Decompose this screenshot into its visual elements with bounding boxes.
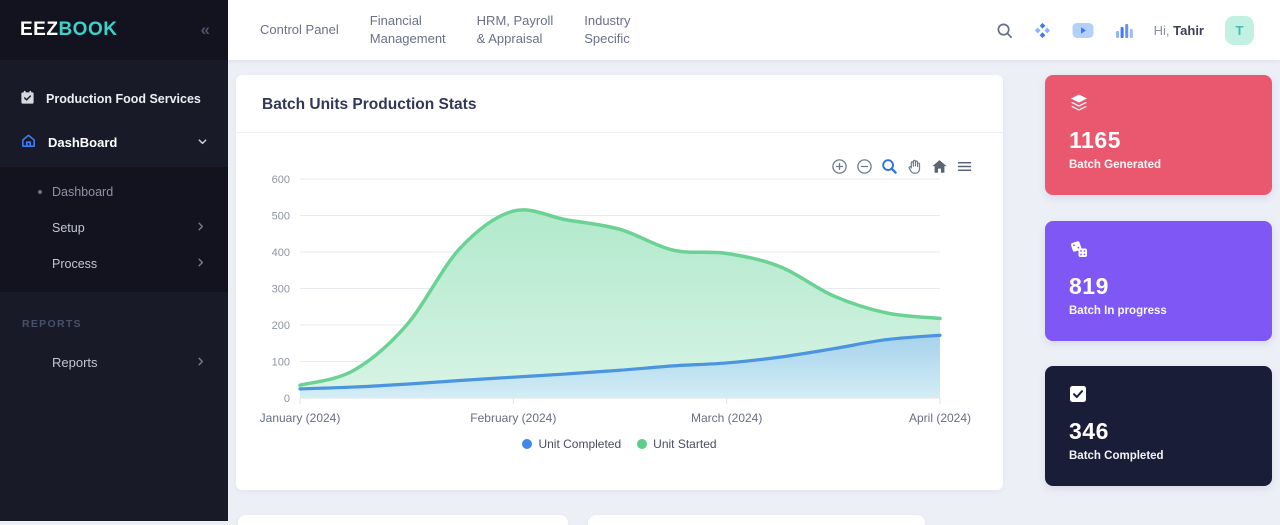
sidebar-item-label: DashBoard <box>48 135 117 150</box>
legend-item-unit-completed[interactable]: Unit Completed <box>522 437 621 451</box>
chevron-down-icon <box>197 135 208 150</box>
legend-item-unit-started[interactable]: Unit Started <box>637 437 716 451</box>
nav-item-label: & Appraisal <box>477 30 554 48</box>
stat-value: 1165 <box>1069 127 1248 154</box>
bottom-card-partial <box>238 515 568 525</box>
user-greeting: Hi, Tahir <box>1154 23 1204 38</box>
stat-card-batch-in-progress: 819 Batch In progress <box>1045 221 1272 341</box>
nav-item-hrm-payroll-appraisal[interactable]: HRM, Payroll & Appraisal <box>477 12 554 47</box>
nav-item-label: Industry <box>584 12 630 30</box>
apps-diamond-icon[interactable] <box>1034 22 1051 39</box>
nav-item-label: Specific <box>584 30 630 48</box>
home-icon <box>20 132 37 152</box>
bar-chart-icon[interactable] <box>1115 22 1133 39</box>
logo-part-2: BOOK <box>58 19 117 40</box>
submenu-item-label: Process <box>52 257 97 271</box>
svg-text:March (2024): March (2024) <box>691 411 762 425</box>
svg-text:January (2024): January (2024) <box>260 411 341 425</box>
logo-part-1: EEZ <box>20 19 58 40</box>
submenu-item-label: Dashboard <box>52 185 113 199</box>
stat-card-batch-completed: 346 Batch Completed <box>1045 366 1272 486</box>
chevron-right-icon <box>195 257 206 271</box>
svg-text:100: 100 <box>272 357 290 369</box>
sidebar-item-reports[interactable]: Reports <box>0 344 228 380</box>
layers-icon <box>1069 93 1248 113</box>
nav-item-industry-specific[interactable]: Industry Specific <box>584 12 630 47</box>
sidebar: EEZBOOK « Production Food Services DashB… <box>0 0 228 521</box>
svg-text:400: 400 <box>272 247 290 259</box>
card-divider <box>236 132 1003 133</box>
svg-text:0: 0 <box>284 393 290 405</box>
stat-card-batch-generated: 1165 Batch Generated <box>1045 75 1272 195</box>
legend-dot-blue <box>522 439 532 449</box>
dice-icon <box>1069 239 1248 259</box>
stat-label: Batch In progress <box>1069 305 1248 317</box>
dashboard-submenu: Dashboard Setup Process <box>0 167 228 292</box>
submenu-item-dashboard[interactable]: Dashboard <box>0 174 228 210</box>
svg-text:April (2024): April (2024) <box>909 411 971 425</box>
calendar-check-icon <box>20 90 35 108</box>
svg-text:500: 500 <box>272 211 290 223</box>
submenu-item-label: Setup <box>52 221 85 235</box>
topbar: Control Panel Financial Management HRM, … <box>228 0 1280 60</box>
area-chart[interactable]: 0 100 200 300 400 500 600 January (2024) Februar… <box>260 163 1000 463</box>
chart-title: Batch Units Production Stats <box>262 96 476 114</box>
sidebar-item-dashboard[interactable]: DashBoard <box>0 122 228 162</box>
nav-item-label: HRM, Payroll <box>477 12 554 30</box>
chevron-right-icon <box>195 355 206 370</box>
svg-text:February (2024): February (2024) <box>470 411 556 425</box>
app-logo: EEZBOOK <box>20 19 117 41</box>
svg-text:600: 600 <box>272 174 290 186</box>
svg-text:300: 300 <box>272 284 290 296</box>
sidebar-header: EEZBOOK « <box>0 0 228 60</box>
sidebar-item-label: Reports <box>52 355 98 370</box>
user-name: Tahir <box>1173 23 1204 38</box>
stat-value: 819 <box>1069 273 1248 300</box>
stat-label: Batch Completed <box>1069 450 1248 462</box>
legend-label: Unit Started <box>653 437 716 451</box>
checkbox-icon <box>1069 384 1248 404</box>
bullet-icon <box>38 190 42 194</box>
submenu-item-process[interactable]: Process <box>0 246 228 282</box>
legend-dot-green <box>637 439 647 449</box>
main-nav: Control Panel Financial Management HRM, … <box>260 12 631 47</box>
bottom-card-partial <box>588 515 925 525</box>
search-icon[interactable] <box>996 22 1013 39</box>
nav-item-label: Management <box>370 30 446 48</box>
nav-item-control-panel[interactable]: Control Panel <box>260 21 339 39</box>
svg-text:200: 200 <box>272 320 290 332</box>
stat-value: 346 <box>1069 418 1248 445</box>
sidebar-item-production-food-services[interactable]: Production Food Services <box>0 84 228 114</box>
nav-item-financial-management[interactable]: Financial Management <box>370 12 446 47</box>
greeting-prefix: Hi, <box>1154 23 1170 38</box>
submenu-item-setup[interactable]: Setup <box>0 210 228 246</box>
legend-label: Unit Completed <box>538 437 621 451</box>
sidebar-collapse-icon[interactable]: « <box>201 20 210 40</box>
nav-item-label: Control Panel <box>260 21 339 39</box>
chart-legend: Unit Completed Unit Started <box>236 437 1003 451</box>
chart-card: Batch Units Production Stats 0 100 200 300 4… <box>236 75 1003 490</box>
topbar-right: Hi, Tahir T <box>996 16 1254 45</box>
avatar[interactable]: T <box>1225 16 1254 45</box>
sidebar-item-label: Production Food Services <box>46 92 201 106</box>
sidebar-section-reports: REPORTS <box>0 318 228 330</box>
chevron-right-icon <box>195 221 206 235</box>
stat-label: Batch Generated <box>1069 159 1248 171</box>
video-tutorial-icon[interactable] <box>1072 22 1094 39</box>
nav-item-label: Financial <box>370 12 446 30</box>
